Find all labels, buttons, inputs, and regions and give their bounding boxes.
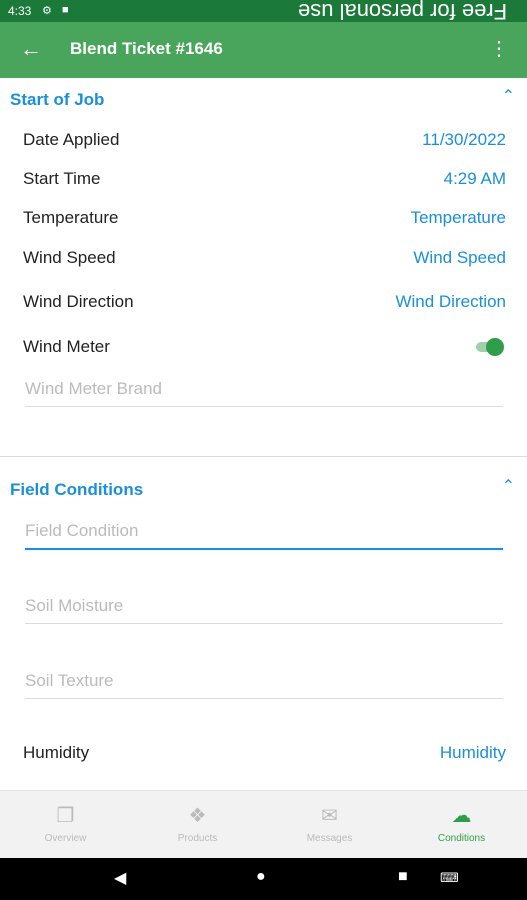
field-condition-input[interactable] — [25, 516, 503, 546]
overview-icon: ❐ — [56, 805, 75, 827]
section-title: Field Conditions — [10, 480, 144, 499]
nav-back-icon[interactable]: ◀ — [114, 868, 126, 888]
start-of-job-header[interactable]: Start of Job ⌃ — [0, 78, 527, 122]
messages-icon: ✉ — [321, 805, 338, 827]
system-nav-bar: ◀ ● ■ ⌨ — [0, 858, 527, 900]
start-time-value[interactable]: 4:29 AM — [444, 169, 506, 189]
field-conditions-header[interactable]: Field Conditions ⌃ — [0, 468, 527, 512]
date-applied-row[interactable]: Date Applied 11/30/2022 — [0, 122, 527, 160]
nav-recents-icon[interactable]: ■ — [398, 868, 408, 886]
wind-direction-label: Wind Direction — [23, 292, 134, 311]
wind-meter-toggle[interactable] — [476, 338, 504, 356]
tab-products[interactable]: ❖ Products — [132, 791, 263, 859]
tab-label: Conditions — [437, 833, 486, 844]
start-time-label: Start Time — [23, 169, 101, 188]
app-bar: ← Blend Ticket #1646 ⋮ — [0, 22, 527, 78]
products-icon: ❖ — [188, 805, 207, 827]
wind-meter-label: Wind Meter — [23, 337, 110, 356]
toggle-thumb — [486, 338, 504, 356]
status-time: 4:33 — [8, 4, 32, 18]
tab-label: Overview — [44, 833, 87, 844]
notification-icon: ■ — [62, 4, 69, 16]
wind-speed-row[interactable]: Wind Speed Wind Speed — [0, 240, 527, 278]
keyboard-icon[interactable]: ⌨ — [440, 870, 459, 886]
bottom-tab-bar: ❐ Overview ❖ Products ✉ Messages ☁ Condi… — [0, 790, 527, 859]
wind-meter-brand-input[interactable] — [25, 374, 503, 404]
section-divider — [0, 456, 527, 457]
wind-speed-label: Wind Speed — [23, 248, 116, 267]
tab-messages[interactable]: ✉ Messages — [264, 791, 395, 859]
conditions-icon: ☁ — [451, 805, 472, 827]
status-bar: 4:33 ⚙ ■ Free for personal use — [0, 0, 527, 24]
page-title: Blend Ticket #1646 — [70, 39, 223, 58]
soil-texture-field[interactable] — [25, 666, 503, 699]
chevron-up-icon[interactable]: ⌃ — [502, 476, 515, 496]
back-arrow-icon[interactable]: ← — [20, 36, 42, 62]
wind-speed-value[interactable]: Wind Speed — [413, 248, 506, 268]
section-title: Start of Job — [10, 90, 105, 109]
humidity-value[interactable]: Humidity — [440, 743, 506, 763]
soil-texture-input[interactable] — [25, 666, 503, 696]
humidity-label: Humidity — [23, 743, 90, 762]
wind-direction-row[interactable]: Wind Direction Wind Direction — [0, 284, 527, 322]
soil-moisture-field[interactable] — [25, 591, 503, 624]
date-applied-label: Date Applied — [23, 130, 120, 149]
date-applied-value[interactable]: 11/30/2022 — [422, 130, 506, 150]
tab-overview[interactable]: ❐ Overview — [0, 791, 131, 859]
tab-label: Messages — [306, 833, 353, 844]
field-condition-field[interactable] — [25, 516, 503, 550]
soil-moisture-input[interactable] — [25, 591, 503, 621]
tab-label: Products — [177, 833, 218, 844]
wind-direction-value[interactable]: Wind Direction — [395, 292, 506, 312]
chevron-up-icon[interactable]: ⌃ — [502, 86, 515, 106]
content-scroll[interactable]: Start of Job ⌃ Date Applied 11/30/2022 S… — [0, 78, 527, 790]
temperature-row[interactable]: Temperature Temperature — [0, 200, 527, 238]
wind-meter-brand-field[interactable] — [25, 374, 503, 407]
wind-meter-row: Wind Meter — [0, 329, 527, 367]
humidity-row[interactable]: Humidity Humidity — [0, 735, 527, 773]
settings-icon: ⚙ — [42, 5, 52, 17]
watermark: Free for personal use — [297, 0, 507, 24]
more-options-icon[interactable]: ⋮ — [489, 36, 509, 61]
tab-conditions[interactable]: ☁ Conditions — [396, 791, 527, 859]
start-time-row[interactable]: Start Time 4:29 AM — [0, 161, 527, 199]
nav-home-icon[interactable]: ● — [256, 868, 266, 886]
temperature-label: Temperature — [23, 208, 119, 227]
temperature-value[interactable]: Temperature — [411, 208, 506, 228]
